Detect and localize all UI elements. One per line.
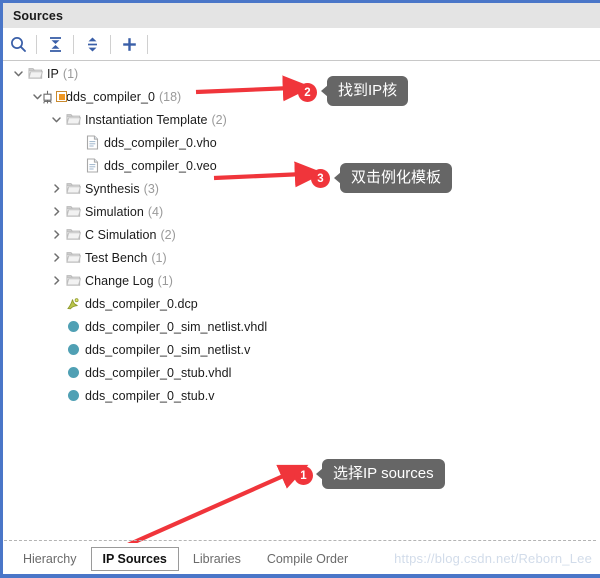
toolbar-separator (147, 34, 148, 54)
tree-row-count: (4) (147, 204, 164, 219)
circle-icon (64, 338, 82, 361)
tree-row-count: (2) (160, 227, 176, 242)
tree-row[interactable]: Synthesis (3) (4, 177, 597, 200)
tree-row-label: Synthesis (85, 181, 140, 196)
folder-icon (64, 269, 82, 292)
toolbar-separator (36, 34, 37, 54)
tree-row[interactable]: Simulation (4) (4, 200, 597, 223)
circle-icon (64, 361, 82, 384)
chevron-right-icon[interactable] (48, 246, 64, 269)
tree-row-label: dds_compiler_0_sim_netlist.vhdl (85, 319, 268, 334)
tree-row[interactable]: dds_compiler_0.dcp (4, 292, 597, 315)
tree-row-count: (18) (158, 89, 182, 104)
tree-row-label: dds_compiler_0.dcp (85, 296, 198, 311)
tree-row-label: Simulation (85, 204, 144, 219)
annotation-bubble-1: 选择IP sources (316, 459, 445, 490)
tree-row-count: (1) (62, 66, 79, 81)
expand-all-icon[interactable] (77, 29, 107, 59)
tree-twisty-empty (48, 292, 64, 315)
panel-title: Sources (13, 8, 64, 23)
watermark: https://blog.csdn.net/Reborn_Lee (394, 551, 592, 566)
tree-row-label: dds_compiler_0_sim_netlist.v (85, 342, 251, 357)
tree-row[interactable]: dds_compiler_0.veo (4, 154, 597, 177)
toolbar-separator (110, 34, 111, 54)
tree-row-label: dds_compiler_0.veo (104, 158, 217, 173)
collapse-all-icon[interactable] (40, 29, 70, 59)
tree-twisty-empty (48, 361, 64, 384)
tree-row-label: dds_compiler_0_stub.v (85, 388, 215, 403)
tabbar-separator (4, 540, 596, 541)
tree-row[interactable]: dds_compiler_0_stub.v (4, 384, 597, 407)
tree-row[interactable]: IP (1) (4, 62, 597, 85)
window-border-left (0, 0, 3, 578)
chevron-right-icon[interactable] (48, 223, 64, 246)
toolbar-separator (73, 34, 74, 54)
tree-row-count: (1) (151, 250, 167, 265)
document-icon (83, 154, 101, 177)
folder-icon (64, 223, 82, 246)
tab-ip-sources[interactable]: IP Sources (90, 546, 179, 571)
annotation-badge-1: 1 (294, 466, 313, 485)
panel-titlebar: Sources (3, 3, 600, 28)
folder-icon (64, 108, 82, 131)
add-sources-icon[interactable] (114, 29, 144, 59)
tab-hierarchy[interactable]: Hierarchy (11, 547, 89, 571)
chevron-down-icon[interactable] (10, 62, 26, 85)
tab-compile-order[interactable]: Compile Order (255, 547, 360, 571)
tree-row[interactable]: dds_compiler_0_stub.vhdl (4, 361, 597, 384)
folder-icon (64, 177, 82, 200)
annotation-badge-3: 3 (311, 169, 330, 188)
tree-twisty-empty (48, 315, 64, 338)
tree-row-label: IP (47, 66, 59, 81)
tree-twisty-empty (67, 131, 83, 154)
sources-tree[interactable]: IP (1) dds_compiler_0 (18) Instantiation Tem… (4, 62, 597, 535)
tree-twisty-empty (48, 338, 64, 361)
tree-twisty-empty (48, 384, 64, 407)
search-icon[interactable] (3, 29, 33, 59)
tree-row-label: Change Log (85, 273, 154, 288)
tab-libraries[interactable]: Libraries (181, 547, 253, 571)
tree-row-count: (1) (157, 273, 173, 288)
tree-row-label: Test Bench (85, 250, 148, 265)
tree-row[interactable]: Change Log (1) (4, 269, 597, 292)
tree-row-label: dds_compiler_0.vho (104, 135, 217, 150)
annotation-bubble-2: 找到IP核 (320, 76, 409, 107)
panel-toolbar (3, 28, 600, 61)
folder-icon (64, 200, 82, 223)
circle-icon (64, 315, 82, 338)
chevron-right-icon[interactable] (48, 177, 64, 200)
sources-panel: Sources IP (1) dds_compiler_0 (18) Insta… (0, 0, 600, 578)
folder-icon (64, 246, 82, 269)
chevron-right-icon[interactable] (48, 200, 64, 223)
tree-row[interactable]: dds_compiler_0_sim_netlist.v (4, 338, 597, 361)
tree-row[interactable]: Instantiation Template (2) (4, 108, 597, 131)
tree-row[interactable]: dds_compiler_0.vho (4, 131, 597, 154)
chevron-down-icon[interactable] (48, 108, 64, 131)
annotation-badge-2: 2 (298, 83, 317, 102)
folder-icon (26, 62, 44, 85)
tree-twisty-empty (67, 154, 83, 177)
tree-row-label: dds_compiler_0_stub.vhdl (85, 365, 232, 380)
dcp-icon (64, 292, 82, 315)
tree-row-label: C Simulation (85, 227, 157, 242)
tree-row[interactable]: C Simulation (2) (4, 223, 597, 246)
tree-row-label: dds_compiler_0 (66, 89, 155, 104)
document-icon (83, 131, 101, 154)
tree-row-count: (3) (143, 181, 159, 196)
annotation-bubble-3: 双击例化模板 (333, 163, 453, 194)
tree-row[interactable]: dds_compiler_0_sim_netlist.vhdl (4, 315, 597, 338)
ip-core-icon (43, 85, 67, 108)
tree-row-label: Instantiation Template (85, 112, 208, 127)
tree-row[interactable]: Test Bench (1) (4, 246, 597, 269)
window-border-bottom (0, 574, 600, 578)
tree-row-count: (2) (211, 112, 227, 127)
chevron-right-icon[interactable] (48, 269, 64, 292)
circle-icon (64, 384, 82, 407)
